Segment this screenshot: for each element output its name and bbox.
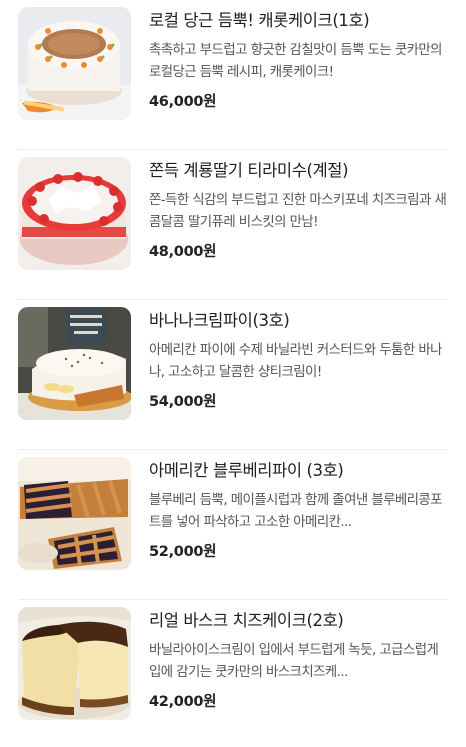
product-description: 바닐라아이스크림이 입에서 부드럽게 녹듯, 고급스럽게 입에 감기는 쿳카만의… xyxy=(149,643,439,680)
product-name[interactable]: 로컬 당근 듬뿍! 캐롯케이크(1호) xyxy=(149,9,449,32)
blueberry-pie-image[interactable] xyxy=(18,457,131,570)
product-name[interactable]: 쫀득 계룡딸기 티라미수(계절) xyxy=(149,159,449,182)
basque-cheesecake-photo-icon xyxy=(18,607,131,720)
product-description: 아메리칸 파이에 수제 바닐라빈 커스터드와 두툼한 바나나, 고소하고 달콤한… xyxy=(149,343,442,380)
blueberry-pie-photo-icon xyxy=(18,457,131,570)
product-info: 쫀득 계룡딸기 티라미수(계절) 쫀-득한 식감의 부드럽고 진한 마스키포네 … xyxy=(149,159,449,262)
product-name[interactable]: 아메리칸 블루베리파이 (3호) xyxy=(149,459,449,482)
product-description: 블루베리 듬뿍, 메이플시럽과 함께 졸여낸 블루베리콩포트를 넣어 파삭하고 … xyxy=(149,493,442,530)
banana-cream-pie-photo-icon xyxy=(18,307,131,420)
product-name[interactable]: 바나나크림파이(3호) xyxy=(149,309,449,332)
banana-cream-pie-image[interactable] xyxy=(18,307,131,420)
product-info: 리얼 바스크 치즈케이크(2호) 바닐라아이스크림이 입에서 부드럽게 녹듯, … xyxy=(149,609,449,712)
product-price: 52,000원 xyxy=(149,544,217,560)
product-item-strawberry-tiramisu[interactable]: 쫀득 계룡딸기 티라미수(계절) 쫀-득한 식감의 부드럽고 진한 마스키포네 … xyxy=(0,150,466,300)
product-description: 촉촉하고 부드럽고 향긋한 감칠맛이 듬뿍 도는 쿳카만의 로컬당근 듬뿍 레시… xyxy=(149,43,442,80)
product-info: 바나나크림파이(3호) 아메리칸 파이에 수제 바닐라빈 커스터드와 두툼한 바… xyxy=(149,309,449,412)
product-price: 54,000원 xyxy=(149,394,217,410)
product-item-basque-cheesecake[interactable]: 리얼 바스크 치즈케이크(2호) 바닐라아이스크림이 입에서 부드럽게 녹듯, … xyxy=(0,600,466,747)
basque-cheesecake-image[interactable] xyxy=(18,607,131,720)
product-description: 쫀-득한 식감의 부드럽고 진한 마스키포네 치즈크림과 새콤달콤 딸기퓨레 비… xyxy=(149,193,447,230)
product-name[interactable]: 리얼 바스크 치즈케이크(2호) xyxy=(149,609,449,632)
product-list: 로컬 당근 듬뿍! 캐롯케이크(1호) 촉촉하고 부드럽고 향긋한 감칠맛이 듬… xyxy=(0,0,466,747)
product-item-carrot-cake[interactable]: 로컬 당근 듬뿍! 캐롯케이크(1호) 촉촉하고 부드럽고 향긋한 감칠맛이 듬… xyxy=(0,0,466,150)
product-info: 아메리칸 블루베리파이 (3호) 블루베리 듬뿍, 메이플시럽과 함께 졸여낸 … xyxy=(149,459,449,562)
product-info: 로컬 당근 듬뿍! 캐롯케이크(1호) 촉촉하고 부드럽고 향긋한 감칠맛이 듬… xyxy=(149,9,449,112)
strawberry-tiramisu-photo-icon xyxy=(18,157,131,270)
carrot-cake-photo-icon xyxy=(18,7,131,120)
product-item-blueberry-pie[interactable]: 아메리칸 블루베리파이 (3호) 블루베리 듬뿍, 메이플시럽과 함께 졸여낸 … xyxy=(0,450,466,600)
product-item-banana-cream-pie[interactable]: 바나나크림파이(3호) 아메리칸 파이에 수제 바닐라빈 커스터드와 두툼한 바… xyxy=(0,300,466,450)
carrot-cake-image[interactable] xyxy=(18,7,131,120)
strawberry-tiramisu-image[interactable] xyxy=(18,157,131,270)
product-price: 42,000원 xyxy=(149,694,217,710)
product-price: 46,000원 xyxy=(149,94,217,110)
product-price: 48,000원 xyxy=(149,244,217,260)
